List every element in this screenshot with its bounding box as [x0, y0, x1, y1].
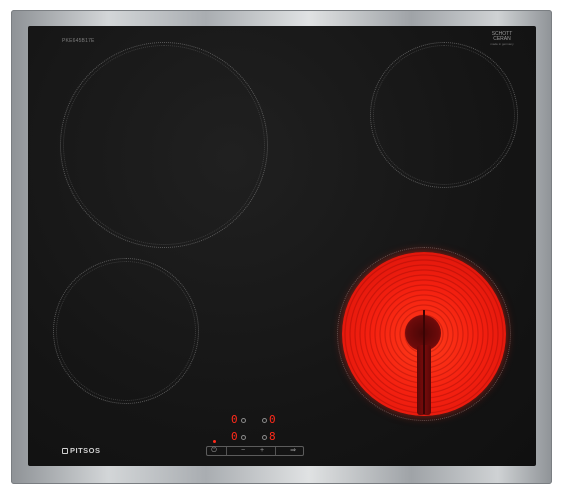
heating-element-sensor	[423, 310, 425, 414]
display-bottom-right: 8	[269, 430, 276, 443]
cooking-zone-rear-right[interactable]	[370, 42, 518, 188]
minus-button[interactable]: −	[233, 444, 253, 458]
display-bottom-left: 0	[231, 430, 238, 443]
divider	[275, 447, 276, 455]
display-top-left: 0	[231, 413, 238, 426]
zone-indicator-dot[interactable]	[241, 435, 246, 440]
zone-indicator-dot[interactable]	[262, 418, 267, 423]
model-label: PKE645B17E	[62, 38, 95, 44]
schott-ceran-badge: SCHOTT CERAN made in germany	[482, 32, 522, 47]
brand-mark-icon	[62, 448, 68, 454]
cooking-zone-front-left[interactable]	[53, 258, 199, 404]
zone-indicator-dot[interactable]	[241, 418, 246, 423]
power-button[interactable]: ⏻	[204, 444, 224, 458]
plus-button[interactable]: +	[252, 444, 272, 458]
cooking-zone-rear-left[interactable]	[60, 42, 268, 248]
brand-logo: PITSOS	[62, 446, 101, 455]
zone-indicator-dot[interactable]	[262, 435, 267, 440]
divider	[226, 447, 227, 455]
power-indicator-led	[213, 440, 216, 443]
badge-line-3: made in germany	[490, 42, 514, 46]
brand-name: PITSOS	[70, 446, 101, 455]
zone-select-button[interactable]: ⇒	[283, 444, 303, 458]
display-top-right: 0	[269, 413, 276, 426]
